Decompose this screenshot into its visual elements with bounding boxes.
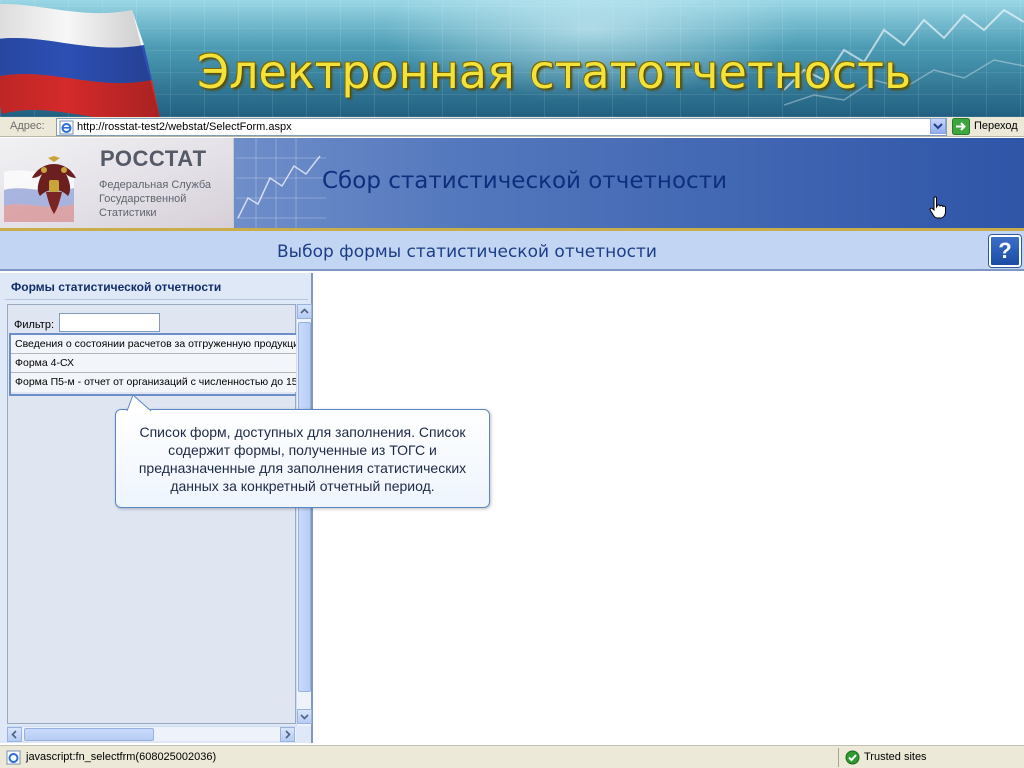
- presentation-banner: Электронная статотчетность: [0, 0, 1024, 117]
- forms-pane: Формы статистической отчетности Фильтр: …: [0, 273, 313, 743]
- browser-address-bar: Адрес: http://rosstat-test2/webstat/Sele…: [0, 117, 1024, 137]
- vertical-scrollbar[interactable]: [296, 304, 312, 726]
- chevron-up-icon: [300, 308, 309, 314]
- status-text: javascript:fn_selectfrm(608025002036): [26, 751, 217, 763]
- callout-tooltip: Список форм, доступных для заполнения. С…: [115, 409, 490, 508]
- chevron-down-icon: [933, 123, 943, 130]
- hand-cursor-icon: [929, 196, 946, 219]
- filter-label: Фильтр:: [14, 319, 55, 331]
- address-url: http://rosstat-test2/webstat/SelectForm.…: [77, 121, 292, 133]
- forms-list: Сведения о состоянии расчетов за отгруже…: [9, 333, 300, 396]
- banner-title: Электронная статотчетность: [197, 45, 912, 99]
- org-subtitle-line: Статистики: [99, 207, 157, 219]
- org-subtitle-line: Государственной: [99, 193, 187, 205]
- scroll-left-button[interactable]: [7, 727, 22, 742]
- org-subtitle-line: Федеральная Служба: [99, 179, 211, 191]
- callout-line: предназначенные для заполнения статистич…: [138, 460, 467, 476]
- go-button[interactable]: Переход: [974, 120, 1018, 132]
- list-item[interactable]: Форма 4-СХ: [11, 354, 298, 373]
- page-icon: [6, 750, 21, 765]
- list-item[interactable]: Форма П5-м - отчет от организаций с числ…: [11, 373, 298, 392]
- scroll-right-button[interactable]: [280, 727, 295, 742]
- page-header: РОССТАТ Федеральная Служба Государственн…: [0, 138, 1024, 228]
- russian-flag-image: [0, 3, 160, 117]
- subheader-title: Выбор формы статистической отчетности: [277, 242, 657, 262]
- subheader: Выбор формы статистической отчетности ?: [0, 231, 1024, 271]
- org-name: РОССТАТ: [100, 146, 207, 171]
- callout-pointer: [126, 394, 152, 412]
- callout-line: содержит формы, полученные из ТОГС и: [168, 442, 437, 458]
- help-button[interactable]: ?: [989, 235, 1021, 267]
- rosstat-logo-block: РОССТАТ Федеральная Служба Государственн…: [0, 138, 234, 228]
- double-headed-eagle-emblem-icon: [32, 156, 76, 214]
- header-chart-graphic: [236, 138, 326, 228]
- address-label: Адрес:: [10, 120, 45, 132]
- list-item[interactable]: Сведения о состоянии расчетов за отгруже…: [11, 335, 298, 354]
- scroll-up-button[interactable]: [297, 304, 312, 319]
- chevron-down-icon: [300, 714, 309, 720]
- callout-line: Список форм, доступных для заполнения. С…: [139, 424, 466, 440]
- ie-page-icon: [59, 120, 74, 135]
- go-arrow-icon[interactable]: [952, 118, 970, 135]
- filter-input[interactable]: [59, 313, 160, 332]
- check-circle-icon: [845, 750, 860, 765]
- forms-pane-title: Формы статистической отчетности: [11, 280, 222, 294]
- scrollbar-thumb[interactable]: [24, 728, 154, 741]
- divider: [838, 748, 839, 767]
- chevron-right-icon: [285, 730, 291, 739]
- app-title: Сбор статистической отчетности: [322, 168, 728, 194]
- divider: [5, 299, 308, 300]
- chevron-left-icon: [11, 730, 17, 739]
- question-mark-icon: ?: [998, 238, 1012, 263]
- org-subtitle: Федеральная Служба Государственной Стати…: [99, 178, 229, 220]
- forms-list-container: Фильтр: Сведения о состоянии расчетов за…: [7, 304, 300, 724]
- security-zone-label: Trusted sites: [864, 751, 927, 763]
- scroll-down-button[interactable]: [297, 709, 312, 724]
- callout-line: данных за конкретный отчетный период.: [170, 478, 435, 494]
- address-field[interactable]: http://rosstat-test2/webstat/SelectForm.…: [56, 118, 947, 136]
- address-dropdown-button[interactable]: [930, 118, 946, 134]
- browser-status-bar: javascript:fn_selectfrm(608025002036) Tr…: [0, 745, 1024, 768]
- horizontal-scrollbar[interactable]: [7, 726, 296, 742]
